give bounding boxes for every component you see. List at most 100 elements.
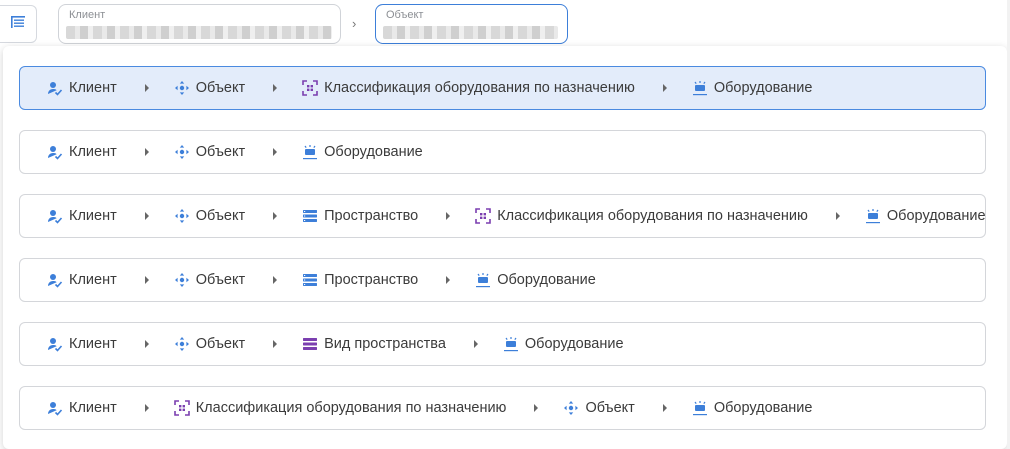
chevron-right-icon: › [352, 16, 357, 31]
crumb-label: Объект [195, 208, 246, 224]
person-check-icon [47, 208, 63, 224]
caret-right-icon [273, 340, 278, 348]
menu-toggle-button[interactable] [0, 5, 37, 43]
caret-right-icon [835, 212, 840, 220]
path-crumb-equipment: Оборудование [475, 272, 596, 288]
move-arrows-icon [174, 336, 190, 352]
path-crumb-equipment: Оборудование [503, 336, 624, 352]
path-crumb-equipment: Оборудование [302, 144, 423, 160]
hierarchy-path-option[interactable]: Клиент Объект Оборудование [19, 130, 986, 174]
person-check-icon [47, 144, 63, 160]
caret-right-icon [473, 340, 478, 348]
move-arrows-icon [174, 208, 190, 224]
crumb-label: Оборудование [713, 400, 813, 416]
caret-right-icon [273, 148, 278, 156]
hierarchy-path-option[interactable]: Клиент Объект Вид пространства Оборудова… [19, 322, 986, 366]
path-crumb-client: Клиент [47, 208, 117, 224]
crumb-label: Объект [195, 272, 246, 288]
crumb-label: Классификация оборудования по назначению [324, 80, 635, 96]
crumb-label: Клиент [69, 272, 117, 288]
crumb-label: Объект [195, 336, 246, 352]
crumb-label: Объект [585, 400, 635, 416]
caret-right-icon [273, 84, 278, 92]
path-crumb-equipment: Оборудование [692, 400, 813, 416]
path-crumb-equipment: Оборудование [865, 208, 986, 224]
hierarchy-path-option[interactable]: Клиент Объект Пространство Оборудование [19, 258, 986, 302]
top-bar: Клиент › Объект [0, 0, 1010, 46]
crumb-label: Клиент [69, 144, 117, 160]
grid-frame-icon [173, 400, 190, 416]
caret-right-icon [144, 212, 149, 220]
crumb-label: Пространство [324, 272, 419, 288]
caret-right-icon [534, 404, 539, 412]
crumb-label: Оборудование [886, 208, 986, 224]
equipment-icon [692, 400, 708, 416]
path-crumb-space-type: Вид пространства [302, 336, 446, 352]
path-crumb-client: Клиент [47, 80, 117, 96]
object-field-label: Объект [386, 9, 424, 21]
caret-right-icon [144, 404, 149, 412]
path-crumb-classification: Классификация оборудования по назначению [173, 400, 507, 416]
crumb-label: Клиент [69, 400, 117, 416]
crumb-label: Оборудование [524, 336, 624, 352]
grid-frame-icon [302, 80, 318, 96]
crumb-label: Оборудование [713, 80, 813, 96]
caret-right-icon [446, 276, 451, 284]
equipment-icon [475, 272, 491, 288]
caret-right-icon [273, 212, 278, 220]
object-select-field[interactable]: Объект [375, 4, 568, 44]
move-arrows-icon [174, 80, 190, 96]
path-crumb-space: Пространство [302, 272, 418, 288]
list-menu-icon [9, 13, 27, 36]
caret-right-icon [144, 148, 149, 156]
crumb-label: Клиент [69, 80, 117, 96]
list-icon [302, 272, 318, 288]
path-crumb-client: Клиент [47, 400, 117, 416]
hierarchy-path-option[interactable]: Клиент Классификация оборудования по наз… [19, 386, 986, 430]
crumb-label: Вид пространства [324, 336, 446, 352]
crumb-label: Оборудование [497, 272, 596, 288]
path-crumb-object: Объект [174, 208, 245, 224]
caret-right-icon [144, 84, 149, 92]
crumb-label: Клиент [69, 336, 117, 352]
path-crumb-classification: Классификация оборудования по назначению [302, 80, 635, 96]
crumb-label: Объект [195, 80, 246, 96]
list-icon [302, 208, 318, 224]
caret-right-icon [662, 84, 667, 92]
caret-right-icon [446, 212, 451, 220]
crumb-label: Клиент [69, 208, 117, 224]
path-crumb-object: Объект [174, 80, 245, 96]
caret-right-icon [144, 276, 149, 284]
path-crumb-client: Клиент [47, 336, 117, 352]
move-arrows-icon [174, 272, 190, 288]
path-crumb-object: Объект [563, 400, 635, 416]
crumb-label: Классификация оборудования по назначению [195, 400, 507, 416]
caret-right-icon [273, 276, 278, 284]
path-crumb-object: Объект [174, 272, 245, 288]
client-field-value-redacted [66, 26, 332, 39]
hierarchy-path-option[interactable]: Клиент Объект Классификация оборудования… [19, 66, 986, 110]
path-crumb-client: Клиент [47, 272, 117, 288]
equipment-icon [302, 144, 318, 160]
move-arrows-icon [563, 400, 579, 416]
caret-right-icon [662, 404, 667, 412]
crumb-label: Пространство [324, 208, 419, 224]
client-field-label: Клиент [69, 9, 106, 21]
crumb-label: Оборудование [324, 144, 423, 160]
crumb-label: Классификация оборудования по назначению [497, 208, 808, 224]
person-check-icon [47, 336, 63, 352]
crumb-label: Объект [195, 144, 246, 160]
equipment-icon [865, 208, 881, 224]
path-crumb-space: Пространство [302, 208, 418, 224]
object-field-value-redacted [383, 26, 558, 39]
path-crumb-object: Объект [174, 144, 245, 160]
person-check-icon [47, 80, 63, 96]
equipment-icon [503, 336, 519, 352]
person-check-icon [47, 272, 63, 288]
caret-right-icon [144, 340, 149, 348]
hierarchy-dropdown-panel: Клиент Объект Классификация оборудования… [3, 46, 1007, 449]
hierarchy-path-option[interactable]: Клиент Объект Пространство Классификация… [19, 194, 986, 238]
client-select-field[interactable]: Клиент [58, 4, 341, 44]
grid-frame-icon [475, 208, 492, 224]
path-crumb-object: Объект [174, 336, 245, 352]
